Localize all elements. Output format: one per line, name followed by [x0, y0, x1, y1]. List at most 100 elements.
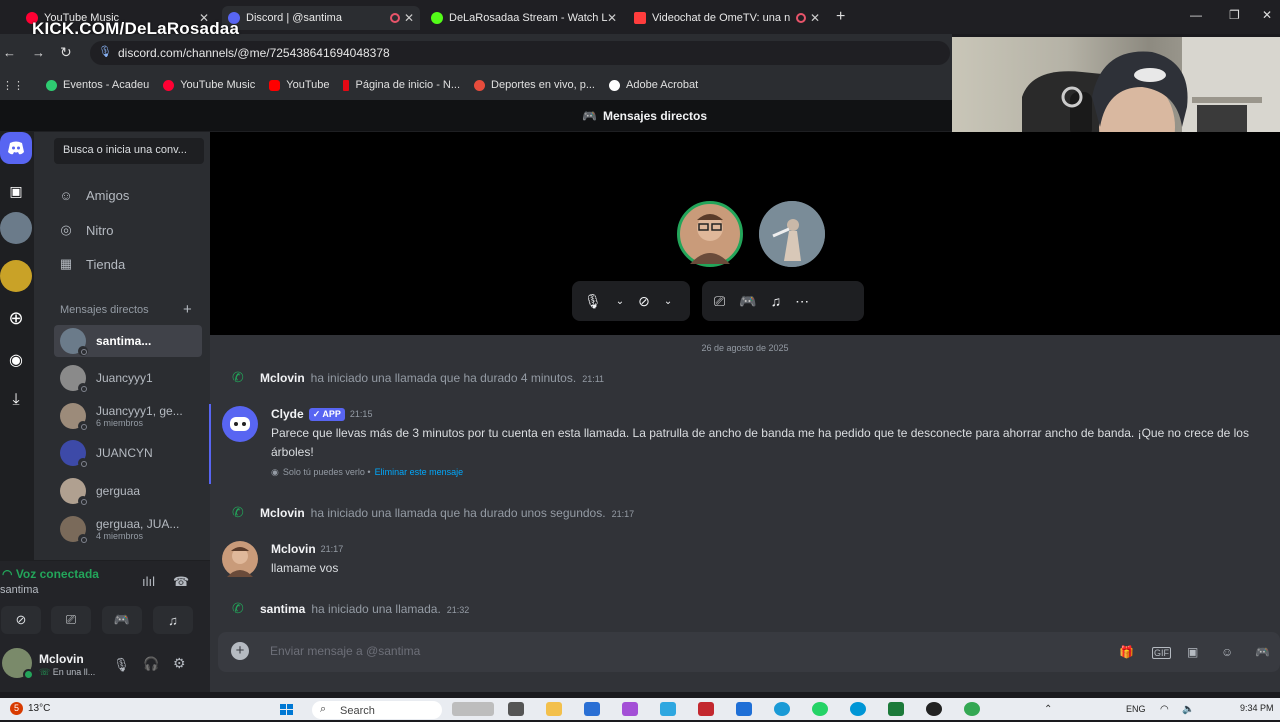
explore-icon[interactable]: ◉	[0, 344, 32, 376]
apps-gamepad-icon[interactable]: 🎮	[1255, 645, 1270, 659]
volume-icon[interactable]: 🔈	[1182, 704, 1194, 715]
chevron-up-icon[interactable]: ⌃	[1044, 704, 1052, 715]
create-dm-button[interactable]: +	[183, 301, 192, 318]
bookmark-item[interactable]: Deportes en vivo, p...	[474, 79, 595, 91]
bookmark-item[interactable]: YouTube Music	[163, 79, 255, 91]
download-icon[interactable]: ⤓	[0, 384, 32, 416]
tab-ometv[interactable]: Videochat de OmeTV: una n ✕	[628, 6, 826, 30]
noise-suppression-icon[interactable]: ılıl	[142, 574, 155, 589]
screen-share-icon[interactable]: ⎚	[714, 293, 725, 310]
whatsapp-icon[interactable]	[812, 702, 828, 716]
task-view-icon[interactable]	[508, 702, 524, 716]
dismiss-message-link[interactable]: Eliminar este mensaje	[375, 467, 464, 478]
soundboard-icon[interactable]: ♫	[771, 293, 782, 309]
chevron-down-icon[interactable]: ⌄	[616, 296, 624, 307]
bookmark-item[interactable]: Página de inicio - N...	[343, 79, 460, 91]
wifi-icon[interactable]: ◠	[1160, 704, 1169, 715]
eye-icon: ◉	[271, 467, 279, 477]
more-options-icon[interactable]: ⋯	[795, 293, 809, 310]
clock-time[interactable]: 9:34 PM	[1240, 703, 1274, 713]
mic-control-group[interactable]: 🎙 ⌄ ⊘ ⌄	[572, 281, 690, 321]
date-divider: 26 de agosto de 2025	[701, 343, 789, 353]
dm-item[interactable]: Juancyyy1	[54, 362, 202, 394]
soundboard-button[interactable]: ♫	[153, 606, 193, 634]
add-server-icon[interactable]: ⊕	[0, 302, 32, 334]
close-icon[interactable]: ✕	[404, 11, 414, 25]
adobe-acrobat-icon	[609, 79, 620, 91]
microphone-icon[interactable]: 🎙	[113, 657, 130, 673]
avatar[interactable]	[2, 648, 34, 680]
server-icon[interactable]	[0, 260, 32, 292]
emoji-icon[interactable]: ☺	[1221, 645, 1233, 659]
url-field[interactable]: 🎙 discord.com/channels/@me/7254386416940…	[90, 41, 950, 65]
dm-section-header: Mensajes directos	[60, 304, 149, 316]
gamepad-icon[interactable]: 🎮	[739, 293, 756, 310]
app-icon[interactable]	[622, 702, 638, 716]
site-info-icon[interactable]: 🎙	[98, 45, 112, 58]
back-icon[interactable]: ←	[3, 45, 16, 60]
dm-item[interactable]: gerguaa	[54, 475, 202, 507]
file-explorer-icon[interactable]	[546, 702, 562, 716]
new-tab-button[interactable]: +	[836, 8, 845, 26]
user-status: ☏ En una ll...	[39, 667, 96, 677]
inbox-icon[interactable]: ▣	[0, 175, 32, 207]
message-input[interactable]	[270, 644, 970, 658]
app-icon[interactable]	[888, 702, 904, 716]
maximize-button[interactable]: ❐	[1229, 8, 1240, 22]
activity-button[interactable]: 🎮	[102, 606, 142, 634]
notification-badge[interactable]: 5	[10, 702, 23, 715]
tab-kick-stream[interactable]: DeLaRosadaa Stream - Watch L ✕	[425, 6, 623, 30]
close-window-button[interactable]: ✕	[1262, 8, 1272, 22]
sticker-icon[interactable]: ▣	[1187, 645, 1198, 659]
outlook-icon[interactable]	[736, 702, 752, 716]
edge-icon[interactable]	[774, 702, 790, 716]
close-icon[interactable]: ✕	[810, 11, 820, 25]
app-icon[interactable]	[926, 702, 942, 716]
forward-icon[interactable]: →	[32, 45, 45, 60]
headphones-icon[interactable]: 🎧	[143, 656, 159, 672]
avatar[interactable]	[222, 541, 258, 577]
soundboard-icon: ♫	[168, 612, 178, 628]
taskbar-app-icon[interactable]	[452, 702, 494, 716]
dm-item[interactable]: JUANCYN	[54, 437, 202, 469]
caller-avatar[interactable]	[677, 201, 743, 267]
bookmark-item[interactable]: Adobe Acrobat	[609, 79, 698, 91]
minimize-button[interactable]: —	[1190, 8, 1202, 22]
nav-friends[interactable]: ☺ Amigos	[58, 188, 129, 203]
apps-icon[interactable]: ⋮⋮	[2, 79, 24, 92]
tab-discord[interactable]: Discord | @santima ✕	[222, 6, 420, 30]
disconnect-icon[interactable]: ☎	[173, 574, 189, 590]
callee-avatar[interactable]	[759, 201, 825, 267]
add-attachment-icon[interactable]: +	[231, 642, 249, 660]
language-indicator[interactable]: ENG	[1126, 704, 1146, 714]
bookmark-item[interactable]: YouTube	[269, 79, 329, 91]
server-icon[interactable]	[0, 212, 32, 244]
taskbar-search[interactable]: ⌕ Search	[312, 701, 442, 719]
close-icon[interactable]: ✕	[607, 11, 617, 25]
hp-icon[interactable]	[850, 702, 866, 716]
video-off-button[interactable]: ⊘	[1, 606, 41, 634]
microphone-icon[interactable]: 🎙	[584, 293, 602, 310]
screen-share-button[interactable]: ⎚	[51, 606, 91, 634]
gift-icon[interactable]: 🎁	[1119, 645, 1134, 659]
gif-icon[interactable]: GIF	[1152, 647, 1171, 659]
store-icon[interactable]	[584, 702, 600, 716]
nav-store[interactable]: ▦ Tienda	[58, 256, 125, 272]
dm-item[interactable]: gerguaa, JUA... 4 miembros	[54, 513, 202, 545]
app-icon[interactable]	[660, 702, 676, 716]
discord-home-button[interactable]	[0, 132, 32, 164]
dm-item[interactable]: santima...	[54, 325, 202, 357]
chrome-icon[interactable]	[964, 702, 980, 716]
dm-item[interactable]: Juancyyy1, ge... 6 miembros	[54, 400, 202, 432]
nav-nitro[interactable]: ◎ Nitro	[58, 222, 113, 238]
chevron-down-icon[interactable]: ⌄	[664, 296, 672, 307]
weather-temp[interactable]: 13°C	[28, 703, 50, 714]
video-off-icon[interactable]: ⊘	[638, 293, 650, 310]
bookmark-item[interactable]: Eventos - Acadeu	[46, 79, 149, 91]
windows-start-icon[interactable]	[278, 703, 296, 717]
settings-gear-icon[interactable]: ⚙	[173, 655, 186, 672]
gmail-icon[interactable]	[698, 702, 714, 716]
dm-search-input[interactable]: Busca o inicia una conv...	[54, 138, 204, 164]
avatar[interactable]	[222, 406, 258, 442]
reload-icon[interactable]: ↻	[60, 44, 72, 61]
